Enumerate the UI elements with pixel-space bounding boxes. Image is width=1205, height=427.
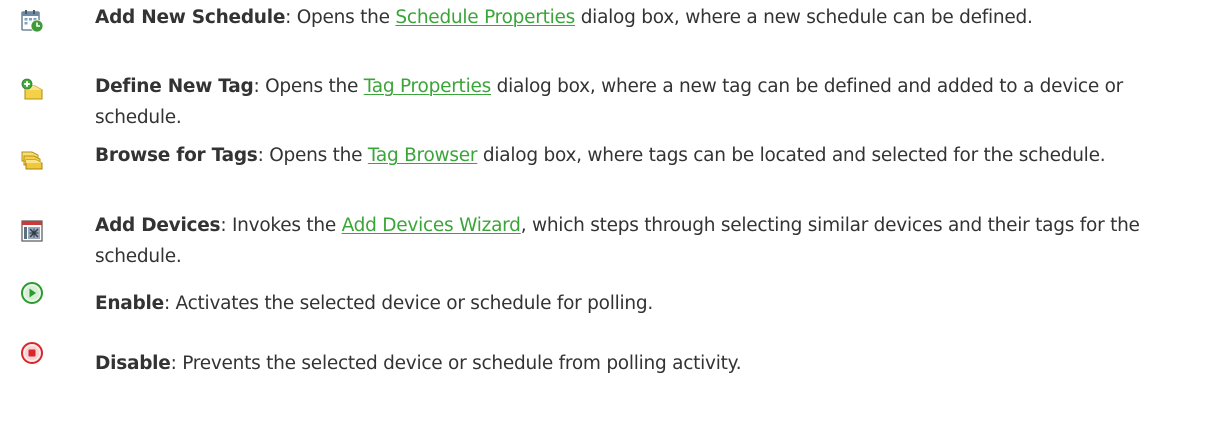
- define-tag-icon[interactable]: [20, 78, 44, 102]
- item-text: : Prevents the selected device or schedu…: [170, 353, 742, 374]
- add-schedule-icon[interactable]: [20, 9, 44, 33]
- browse-tags-icon[interactable]: [20, 148, 44, 172]
- item-term: Add New Schedule: [95, 7, 286, 28]
- tag-browser-link[interactable]: Tag Browser: [368, 145, 478, 166]
- item-text: : Activates the selected device or sched…: [163, 293, 653, 314]
- item-text: : Opens the: [253, 76, 364, 97]
- item-text: : Invokes the: [220, 215, 342, 236]
- schedule-properties-link[interactable]: Schedule Properties: [395, 7, 575, 28]
- item-term: Browse for Tags: [95, 145, 258, 166]
- tag-properties-link[interactable]: Tag Properties: [364, 76, 491, 97]
- item-description: Disable: Prevents the selected device or…: [95, 348, 1190, 379]
- enable-icon[interactable]: [20, 281, 44, 305]
- item-term: Enable: [95, 293, 164, 314]
- add-devices-wizard-link[interactable]: Add Devices Wizard: [342, 215, 521, 236]
- item-description: Add New Schedule: Opens the Schedule Pro…: [95, 2, 1190, 33]
- add-devices-icon[interactable]: [20, 219, 44, 243]
- item-term: Disable: [95, 353, 171, 374]
- item-text: : Opens the: [257, 145, 368, 166]
- item-text: dialog box, where tags can be located an…: [477, 145, 1106, 166]
- item-term: Define New Tag: [95, 76, 254, 97]
- item-term: Add Devices: [95, 215, 221, 236]
- item-text: dialog box, where a new schedule can be …: [575, 7, 1033, 28]
- item-description: Browse for Tags: Opens the Tag Browser d…: [95, 140, 1190, 171]
- item-description: Enable: Activates the selected device or…: [95, 288, 1190, 319]
- item-text: : Opens the: [285, 7, 396, 28]
- disable-icon[interactable]: [20, 341, 44, 365]
- item-description: Define New Tag: Opens the Tag Properties…: [95, 71, 1190, 133]
- item-description: Add Devices: Invokes the Add Devices Wiz…: [95, 210, 1190, 272]
